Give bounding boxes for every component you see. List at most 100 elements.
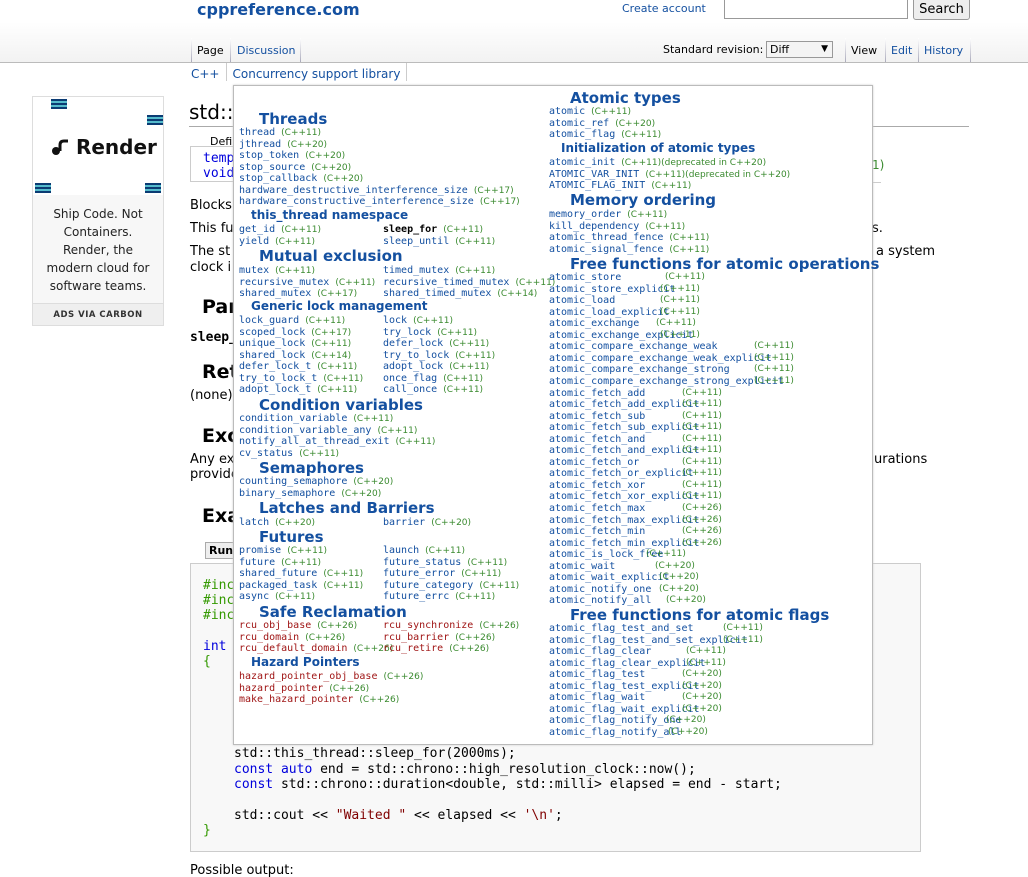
- nav-item-yield[interactable]: yield (C++11): [239, 236, 315, 248]
- nav-item-mutex[interactable]: mutex (C++11): [239, 265, 315, 277]
- nav-item-hazard-pointer[interactable]: hazard_pointer (C++26): [239, 683, 369, 695]
- nav-item-atomic-flag-test[interactable]: atomic_flag_test (C++20): [549, 669, 722, 680]
- nav-heading-futures[interactable]: Futures: [259, 528, 324, 546]
- nav-item-stop-source[interactable]: stop_source (C++20): [239, 162, 351, 174]
- nav-item-timed-mutex[interactable]: timed_mutex (C++11): [383, 265, 495, 277]
- nav-item-atomic-init[interactable]: atomic_init (C++11)(deprecated in C++20): [549, 157, 766, 169]
- nav-item-atomic-fetch-xor-explicit[interactable]: atomic_fetch_xor_explicit (C++11): [549, 491, 722, 502]
- nav-heading-condition-variables[interactable]: Condition variables: [259, 396, 423, 414]
- nav-item-cv-status[interactable]: cv_status (C++11): [239, 448, 339, 460]
- nav-item-atomic-flag-test-explicit[interactable]: atomic_flag_test_explicit (C++20): [549, 681, 722, 692]
- nav-item-thread[interactable]: thread (C++11): [239, 127, 321, 139]
- nav-item-future-category[interactable]: future_category (C++11): [383, 580, 519, 592]
- nav-item-barrier[interactable]: barrier (C++20): [383, 517, 471, 529]
- nav-item-atomic-ref[interactable]: atomic_ref (C++20): [549, 118, 655, 130]
- nav-item-sleep-for[interactable]: sleep_for (C++11): [383, 224, 483, 236]
- nav-item-shared-future[interactable]: shared_future (C++11): [239, 568, 363, 580]
- nav-item-shared-lock[interactable]: shared_lock (C++14): [239, 350, 351, 362]
- nav-item-atomic-load[interactable]: atomic_load (C++11): [549, 295, 700, 306]
- nav-item-try-to-lock[interactable]: try_to_lock (C++11): [383, 350, 495, 362]
- nav-item-once-flag[interactable]: once_flag (C++11): [383, 373, 483, 385]
- nav-item-atomic-flag-wait-explicit[interactable]: atomic_flag_wait_explicit (C++20): [549, 704, 722, 715]
- site-title[interactable]: cppreference.com: [197, 0, 360, 19]
- nav-item-future[interactable]: future (C++11): [239, 557, 321, 569]
- nav-item-atomic-flag-test-and-set-explicit[interactable]: atomic_flag_test_and_set_explicit (C++11): [549, 635, 763, 646]
- nav-item-rcu-synchronize[interactable]: rcu_synchronize (C++26): [383, 620, 519, 632]
- nav-heading-threads[interactable]: Threads: [259, 110, 327, 128]
- nav-heading-initialization-of-atomic-types[interactable]: Initialization of atomic types: [561, 141, 755, 155]
- nav-item-atomic-flag-notify-one[interactable]: atomic_flag_notify_one (C++20): [549, 715, 706, 726]
- nav-item-call-once[interactable]: call_once (C++11): [383, 384, 483, 396]
- nav-item-sleep-until[interactable]: sleep_until (C++11): [383, 236, 495, 248]
- nav-item-atomic-flag-wait[interactable]: atomic_flag_wait (C++20): [549, 692, 722, 703]
- nav-item-future-error[interactable]: future_error (C++11): [383, 568, 501, 580]
- nav-item-make-hazard-pointer[interactable]: make_hazard_pointer (C++26): [239, 694, 399, 706]
- nav-item-jthread[interactable]: jthread (C++20): [239, 139, 327, 151]
- nav-item-atomic-is-lock-free[interactable]: atomic_is_lock_free (C++11): [549, 549, 686, 560]
- nav-item-atomic-compare-exchange-weak-explicit[interactable]: atomic_compare_exchange_weak_explicit (C+…: [549, 353, 794, 364]
- nav-item-try-lock[interactable]: try_lock (C++11): [383, 327, 477, 339]
- nav-item-atomic-flag-clear[interactable]: atomic_flag_clear (C++11): [549, 646, 726, 657]
- nav-item-recursive-mutex[interactable]: recursive_mutex (C++11): [239, 277, 375, 289]
- nav-item-rcu-barrier[interactable]: rcu_barrier (C++26): [383, 632, 495, 644]
- nav-item-atomic-fetch-sub-explicit[interactable]: atomic_fetch_sub_explicit (C++11): [549, 422, 722, 433]
- search-input[interactable]: [724, 0, 908, 19]
- nav-item-atomic-flag-test-and-set[interactable]: atomic_flag_test_and_set (C++11): [549, 623, 763, 634]
- nav-item-unique-lock[interactable]: unique_lock (C++11): [239, 338, 351, 350]
- nav-item-condition-variable-any[interactable]: condition_variable_any (C++11): [239, 425, 417, 437]
- carbon-ad[interactable]: Render Ship Code. Not Containers. Render…: [32, 96, 164, 326]
- nav-item-atomic-var-init[interactable]: ATOMIC_VAR_INIT (C++11)(deprecated in C+…: [549, 169, 790, 181]
- nav-item-atomic-wait-explicit[interactable]: atomic_wait_explicit (C++20): [549, 572, 699, 583]
- nav-item-atomic-flag[interactable]: atomic_flag (C++11): [549, 129, 661, 141]
- nav-item-get-id[interactable]: get_id (C++11): [239, 224, 321, 236]
- tab-discussion[interactable]: Discussion: [237, 44, 296, 57]
- tab-edit[interactable]: Edit: [891, 44, 912, 57]
- nav-item-memory-order[interactable]: memory_order (C++11): [549, 209, 667, 221]
- nav-heading-semaphores[interactable]: Semaphores: [259, 459, 364, 477]
- nav-item-hazard-pointer-obj-base[interactable]: hazard_pointer_obj_base (C++26): [239, 671, 423, 683]
- nav-item-atomic-fetch-max-explicit[interactable]: atomic_fetch_max_explicit (C++26): [549, 515, 722, 526]
- nav-item-atomic-fetch-sub[interactable]: atomic_fetch_sub (C++11): [549, 411, 722, 422]
- nav-item-atomic-compare-exchange-weak[interactable]: atomic_compare_exchange_weak (C++11): [549, 341, 794, 352]
- nav-heading-generic-lock-management[interactable]: Generic lock management: [251, 299, 428, 313]
- nav-item-rcu-retire[interactable]: rcu_retire (C++26): [383, 643, 489, 655]
- nav-item-future-status[interactable]: future_status (C++11): [383, 557, 507, 569]
- nav-item-atomic-exchange[interactable]: atomic_exchange (C++11): [549, 318, 696, 329]
- nav-item-atomic-fetch-xor[interactable]: atomic_fetch_xor (C++11): [549, 480, 722, 491]
- run-button[interactable]: Run: [205, 542, 235, 559]
- nav-item-rcu-domain[interactable]: rcu_domain (C++26): [239, 632, 345, 644]
- nav-item-atomic-thread-fence[interactable]: atomic_thread_fence (C++11): [549, 232, 709, 244]
- nav-item-try-to-lock-t[interactable]: try_to_lock_t (C++11): [239, 373, 363, 385]
- nav-item-atomic-fetch-min-explicit[interactable]: atomic_fetch_min_explicit (C++26): [549, 538, 722, 549]
- nav-item-rcu-default-domain[interactable]: rcu_default_domain (C++26): [239, 643, 393, 655]
- nav-item-launch[interactable]: launch (C++11): [383, 545, 465, 557]
- nav-item-atomic-signal-fence[interactable]: atomic_signal_fence (C++11): [549, 244, 709, 256]
- nav-item-atomic-notify-one[interactable]: atomic_notify_one (C++20): [549, 584, 699, 595]
- tab-page[interactable]: Page: [197, 44, 224, 57]
- standard-revision-select[interactable]: Diff ▼: [766, 41, 833, 58]
- nav-item-future-errc[interactable]: future_errc (C++11): [383, 591, 495, 603]
- nav-item-atomic[interactable]: atomic (C++11): [549, 106, 631, 118]
- nav-item-defer-lock[interactable]: defer_lock (C++11): [383, 338, 489, 350]
- nav-item-atomic-fetch-or-explicit[interactable]: atomic_fetch_or_explicit (C++11): [549, 468, 722, 479]
- nav-item-adopt-lock[interactable]: adopt_lock (C++11): [383, 361, 489, 373]
- nav-item-kill-dependency[interactable]: kill_dependency (C++11): [549, 221, 685, 233]
- nav-item-async[interactable]: async (C++11): [239, 591, 315, 603]
- nav-item-atomic-fetch-and-explicit[interactable]: atomic_fetch_and_explicit (C++11): [549, 445, 722, 456]
- nav-item-rcu-obj-base[interactable]: rcu_obj_base (C++26): [239, 620, 357, 632]
- nav-heading-atomic-types[interactable]: Atomic types: [570, 89, 681, 107]
- nav-item-stop-token[interactable]: stop_token (C++20): [239, 150, 345, 162]
- nav-heading-free-functions-for-atomic-operations[interactable]: Free functions for atomic operations: [570, 255, 879, 273]
- nav-item-atomic-compare-exchange-strong[interactable]: atomic_compare_exchange_strong (C++11): [549, 364, 794, 375]
- nav-item-recursive-timed-mutex[interactable]: recursive_timed_mutex (C++11): [383, 277, 555, 289]
- nav-heading-mutual-exclusion[interactable]: Mutual exclusion: [259, 247, 403, 265]
- nav-heading-safe-reclamation[interactable]: Safe Reclamation: [259, 603, 407, 621]
- nav-item-notify-all-at-thread-exit[interactable]: notify_all_at_thread_exit (C++11): [239, 436, 435, 448]
- nav-item-atomic-load-explicit[interactable]: atomic_load_explicit (C++11): [549, 307, 700, 318]
- nav-item-atomic-fetch-or[interactable]: atomic_fetch_or (C++11): [549, 457, 722, 468]
- nav-item-atomic-fetch-and[interactable]: atomic_fetch_and (C++11): [549, 434, 722, 445]
- nav-heading-memory-ordering[interactable]: Memory ordering: [570, 191, 716, 209]
- nav-item-hardware-destructive-interference-size[interactable]: hardware_destructive_interference_size (…: [239, 185, 514, 197]
- nav-item-lock-guard[interactable]: lock_guard (C++11): [239, 315, 345, 327]
- nav-item-hardware-constructive-interference-size[interactable]: hardware_constructive_interference_size …: [239, 196, 520, 208]
